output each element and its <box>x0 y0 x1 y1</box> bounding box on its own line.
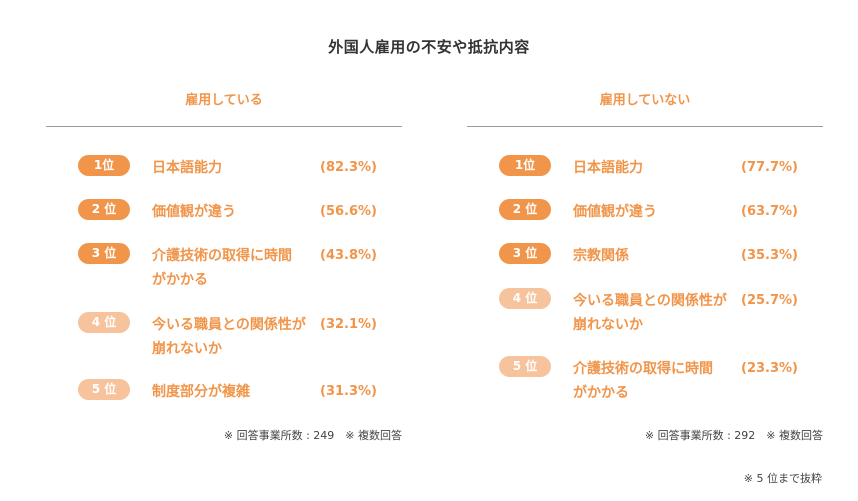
rank-badge: 2 位 <box>78 199 130 220</box>
percentage-label: (31.3%) <box>320 384 377 399</box>
concern-label: 今いる職員との関係性が崩れないか <box>152 317 306 357</box>
respondent-note: ※ 回答事業所数 : 249 ※ 複数回答 <box>223 429 402 442</box>
percentage-label: (23.3%) <box>741 361 798 376</box>
percentage-label: (43.8%) <box>320 248 377 263</box>
percentage-label: (63.7%) <box>741 204 798 219</box>
concern-label: 介護技術の取得に時間がかかる <box>152 248 292 288</box>
percentage-label: (56.6%) <box>320 204 377 219</box>
respondent-note: ※ 回答事業所数 : 292 ※ 複数回答 <box>644 429 823 442</box>
percentage-label: (77.7%) <box>741 160 798 175</box>
panel-title-employing: 雇用している <box>46 90 402 127</box>
rank-badge: 3 位 <box>78 243 130 264</box>
concern-label: 日本語能力 <box>573 160 643 176</box>
concern-label: 制度部分が複雑 <box>152 384 250 400</box>
chart-title: 外国人雇用の不安や抵抗内容 <box>328 38 530 56</box>
rank-badge: 2 位 <box>499 199 551 220</box>
rank-badge: 4 位 <box>499 288 551 309</box>
panel-employing: 雇用している 1位 日本語能力 (82.3%) 2 位 価値観が違う (56.6… <box>46 90 402 442</box>
percentage-label: (35.3%) <box>741 248 798 263</box>
rank-badge: 4 位 <box>78 312 130 333</box>
panel-title-not-employing: 雇用していない <box>467 90 823 127</box>
concern-label: 日本語能力 <box>152 160 222 176</box>
concern-label: 価値観が違う <box>152 204 236 220</box>
concern-label: 価値観が違う <box>573 204 657 220</box>
rank-badge: 3 位 <box>499 243 551 264</box>
percentage-label: (32.1%) <box>320 317 377 332</box>
concern-label: 宗教関係 <box>573 248 629 264</box>
percentage-label: (82.3%) <box>320 160 377 175</box>
concern-label: 介護技術の取得に時間がかかる <box>573 361 713 401</box>
rank-badge: 5 位 <box>78 379 130 400</box>
rank-badge: 1位 <box>499 155 551 176</box>
rank-badge: 5 位 <box>499 356 551 377</box>
concern-label: 今いる職員との関係性が崩れないか <box>573 293 727 333</box>
footnote: ※ 5 位まで抜粋 <box>743 472 822 485</box>
rank-badge: 1位 <box>78 155 130 176</box>
panel-not-employing: 雇用していない 1位 日本語能力 (77.7%) 2 位 価値観が違う (63.… <box>467 90 823 442</box>
percentage-label: (25.7%) <box>741 293 798 308</box>
